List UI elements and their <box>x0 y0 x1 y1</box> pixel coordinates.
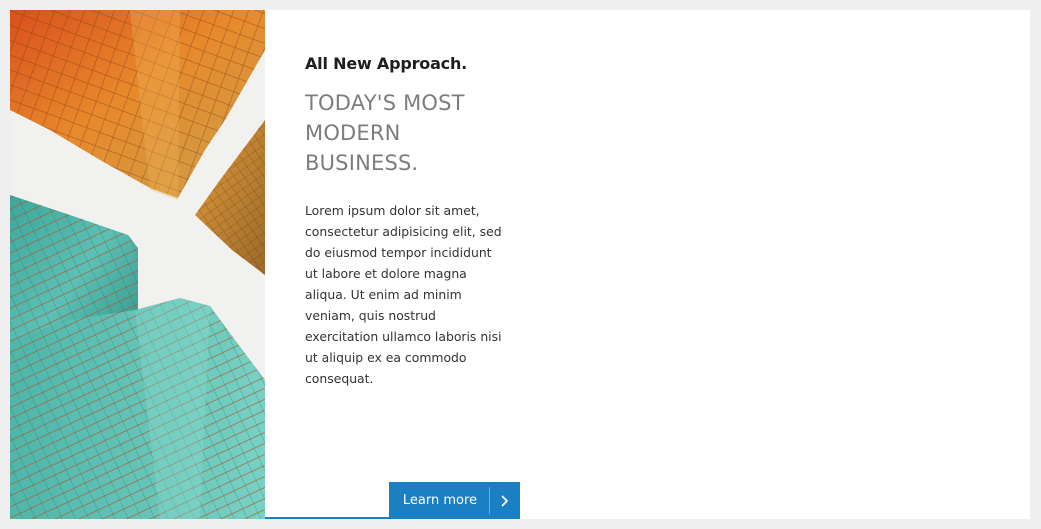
learn-more-button[interactable]: Learn more <box>389 482 520 519</box>
headline-line: TODAY'S MOST <box>305 91 465 115</box>
headline-line: BUSINESS. <box>305 151 419 175</box>
headline-line: MODERN <box>305 121 401 145</box>
promo-card: All New Approach. TODAY'S MOST MODERN BU… <box>10 10 1030 519</box>
promo-content: All New Approach. TODAY'S MOST MODERN BU… <box>305 54 505 389</box>
promo-headline: TODAY'S MOST MODERN BUSINESS. <box>305 88 505 178</box>
promo-body: Lorem ipsum dolor sit amet, consectetur … <box>305 203 502 386</box>
skyscrapers-photo <box>10 10 265 519</box>
learn-more-label: Learn more <box>402 493 478 508</box>
accent-underline <box>265 517 392 519</box>
promo-kicker: All New Approach. <box>305 54 468 73</box>
chevron-right-icon <box>490 482 520 519</box>
